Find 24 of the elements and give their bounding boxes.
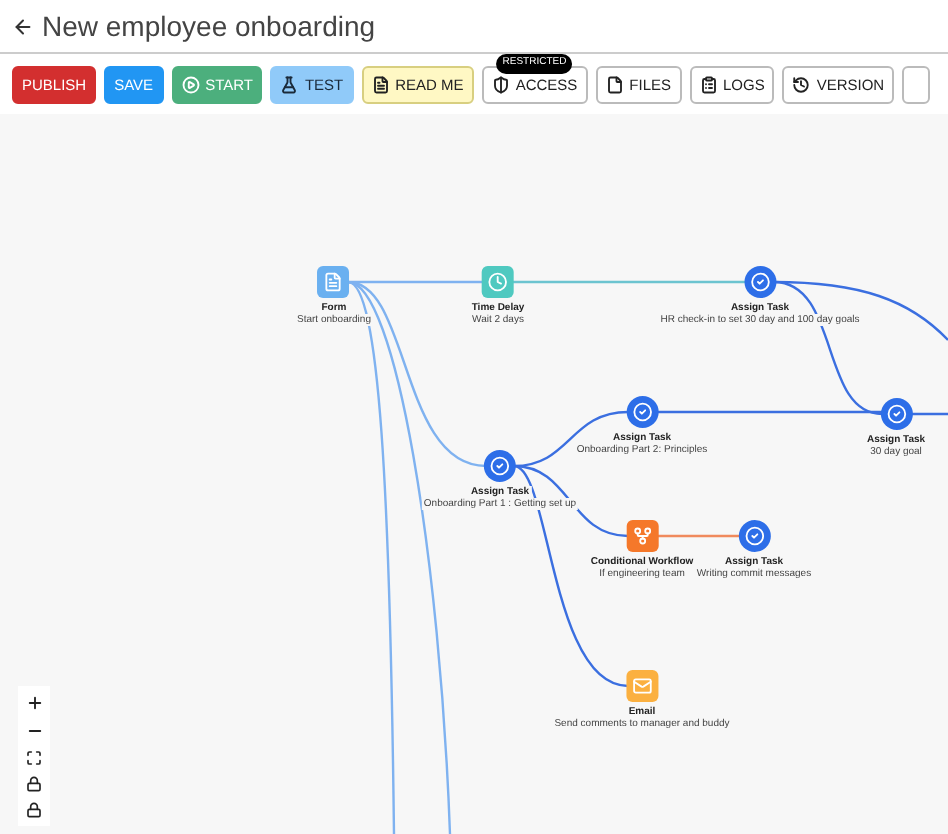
mail-node-icon[interactable]: [626, 670, 658, 702]
back-arrow-icon[interactable]: [12, 15, 34, 37]
check-node-icon[interactable]: [484, 450, 516, 482]
form-node-icon[interactable]: [318, 266, 350, 298]
branch-node-icon[interactable]: [626, 520, 658, 552]
start-icon: [181, 76, 200, 94]
logs-icon: [699, 76, 717, 94]
lock-icon[interactable]: [26, 802, 42, 818]
zoom-in-icon[interactable]: [25, 694, 43, 712]
check-node-icon[interactable]: [738, 520, 770, 552]
files-icon: [605, 76, 624, 94]
check-node-icon[interactable]: [626, 396, 658, 428]
page-title: New employee onboarding: [42, 7, 376, 46]
access-icon: [491, 76, 510, 94]
check-node-icon[interactable]: [744, 266, 776, 298]
connector-line: [656, 534, 740, 538]
clock-node-icon[interactable]: [482, 266, 514, 298]
connector-line: [910, 412, 948, 416]
lock-icon[interactable]: [26, 776, 42, 792]
version-icon: [792, 76, 811, 94]
fit-view-icon[interactable]: [26, 750, 42, 766]
check-node-icon[interactable]: [880, 398, 912, 430]
test-icon: [280, 76, 299, 94]
readme-icon: [371, 76, 390, 94]
